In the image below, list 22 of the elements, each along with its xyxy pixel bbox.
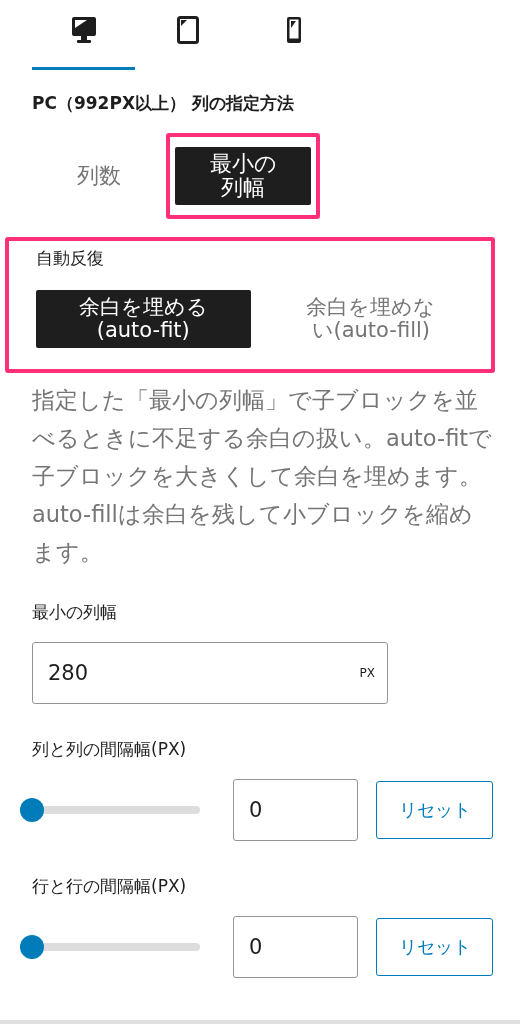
segment-option[interactable]: 余白を埋める(auto-fit) bbox=[36, 290, 251, 348]
desktop-icon bbox=[70, 16, 97, 44]
number-field[interactable]: 280 PX bbox=[32, 642, 388, 704]
segment-option[interactable]: 余白を埋めない(auto-fill) bbox=[262, 290, 479, 348]
tablet-icon bbox=[177, 16, 199, 44]
number-field[interactable]: 0 bbox=[233, 779, 358, 841]
segment-option[interactable]: 列数 bbox=[77, 163, 121, 189]
field-label: 行と行の間隔幅(PX) bbox=[32, 875, 188, 898]
slider-thumb[interactable] bbox=[20, 798, 44, 822]
segment-option[interactable]: 最小の列幅 bbox=[175, 147, 311, 205]
field-label: 列と列の間隔幅(PX) bbox=[32, 738, 188, 761]
slider[interactable] bbox=[20, 798, 200, 822]
phone-icon bbox=[286, 16, 302, 44]
section-heading: PC（992PX以上） 列の指定方法 bbox=[32, 92, 295, 115]
reset-button[interactable]: リセット bbox=[376, 918, 493, 976]
slider-thumb[interactable] bbox=[20, 935, 44, 959]
field-label: 自動反復 bbox=[36, 247, 105, 270]
number-field[interactable]: 0 bbox=[233, 916, 358, 978]
field-label: 最小の列幅 bbox=[32, 601, 118, 624]
reset-button[interactable]: リセット bbox=[376, 781, 493, 839]
slider[interactable] bbox=[20, 935, 200, 959]
help-text: 指定した「最小の列幅」で子ブロックを並べるときに不足する余白の扱い。auto-fitで子ブロックを大きくして余白を埋めます。auto-fillは余白を残して小ブロックを縮めます。 bbox=[32, 386, 494, 567]
